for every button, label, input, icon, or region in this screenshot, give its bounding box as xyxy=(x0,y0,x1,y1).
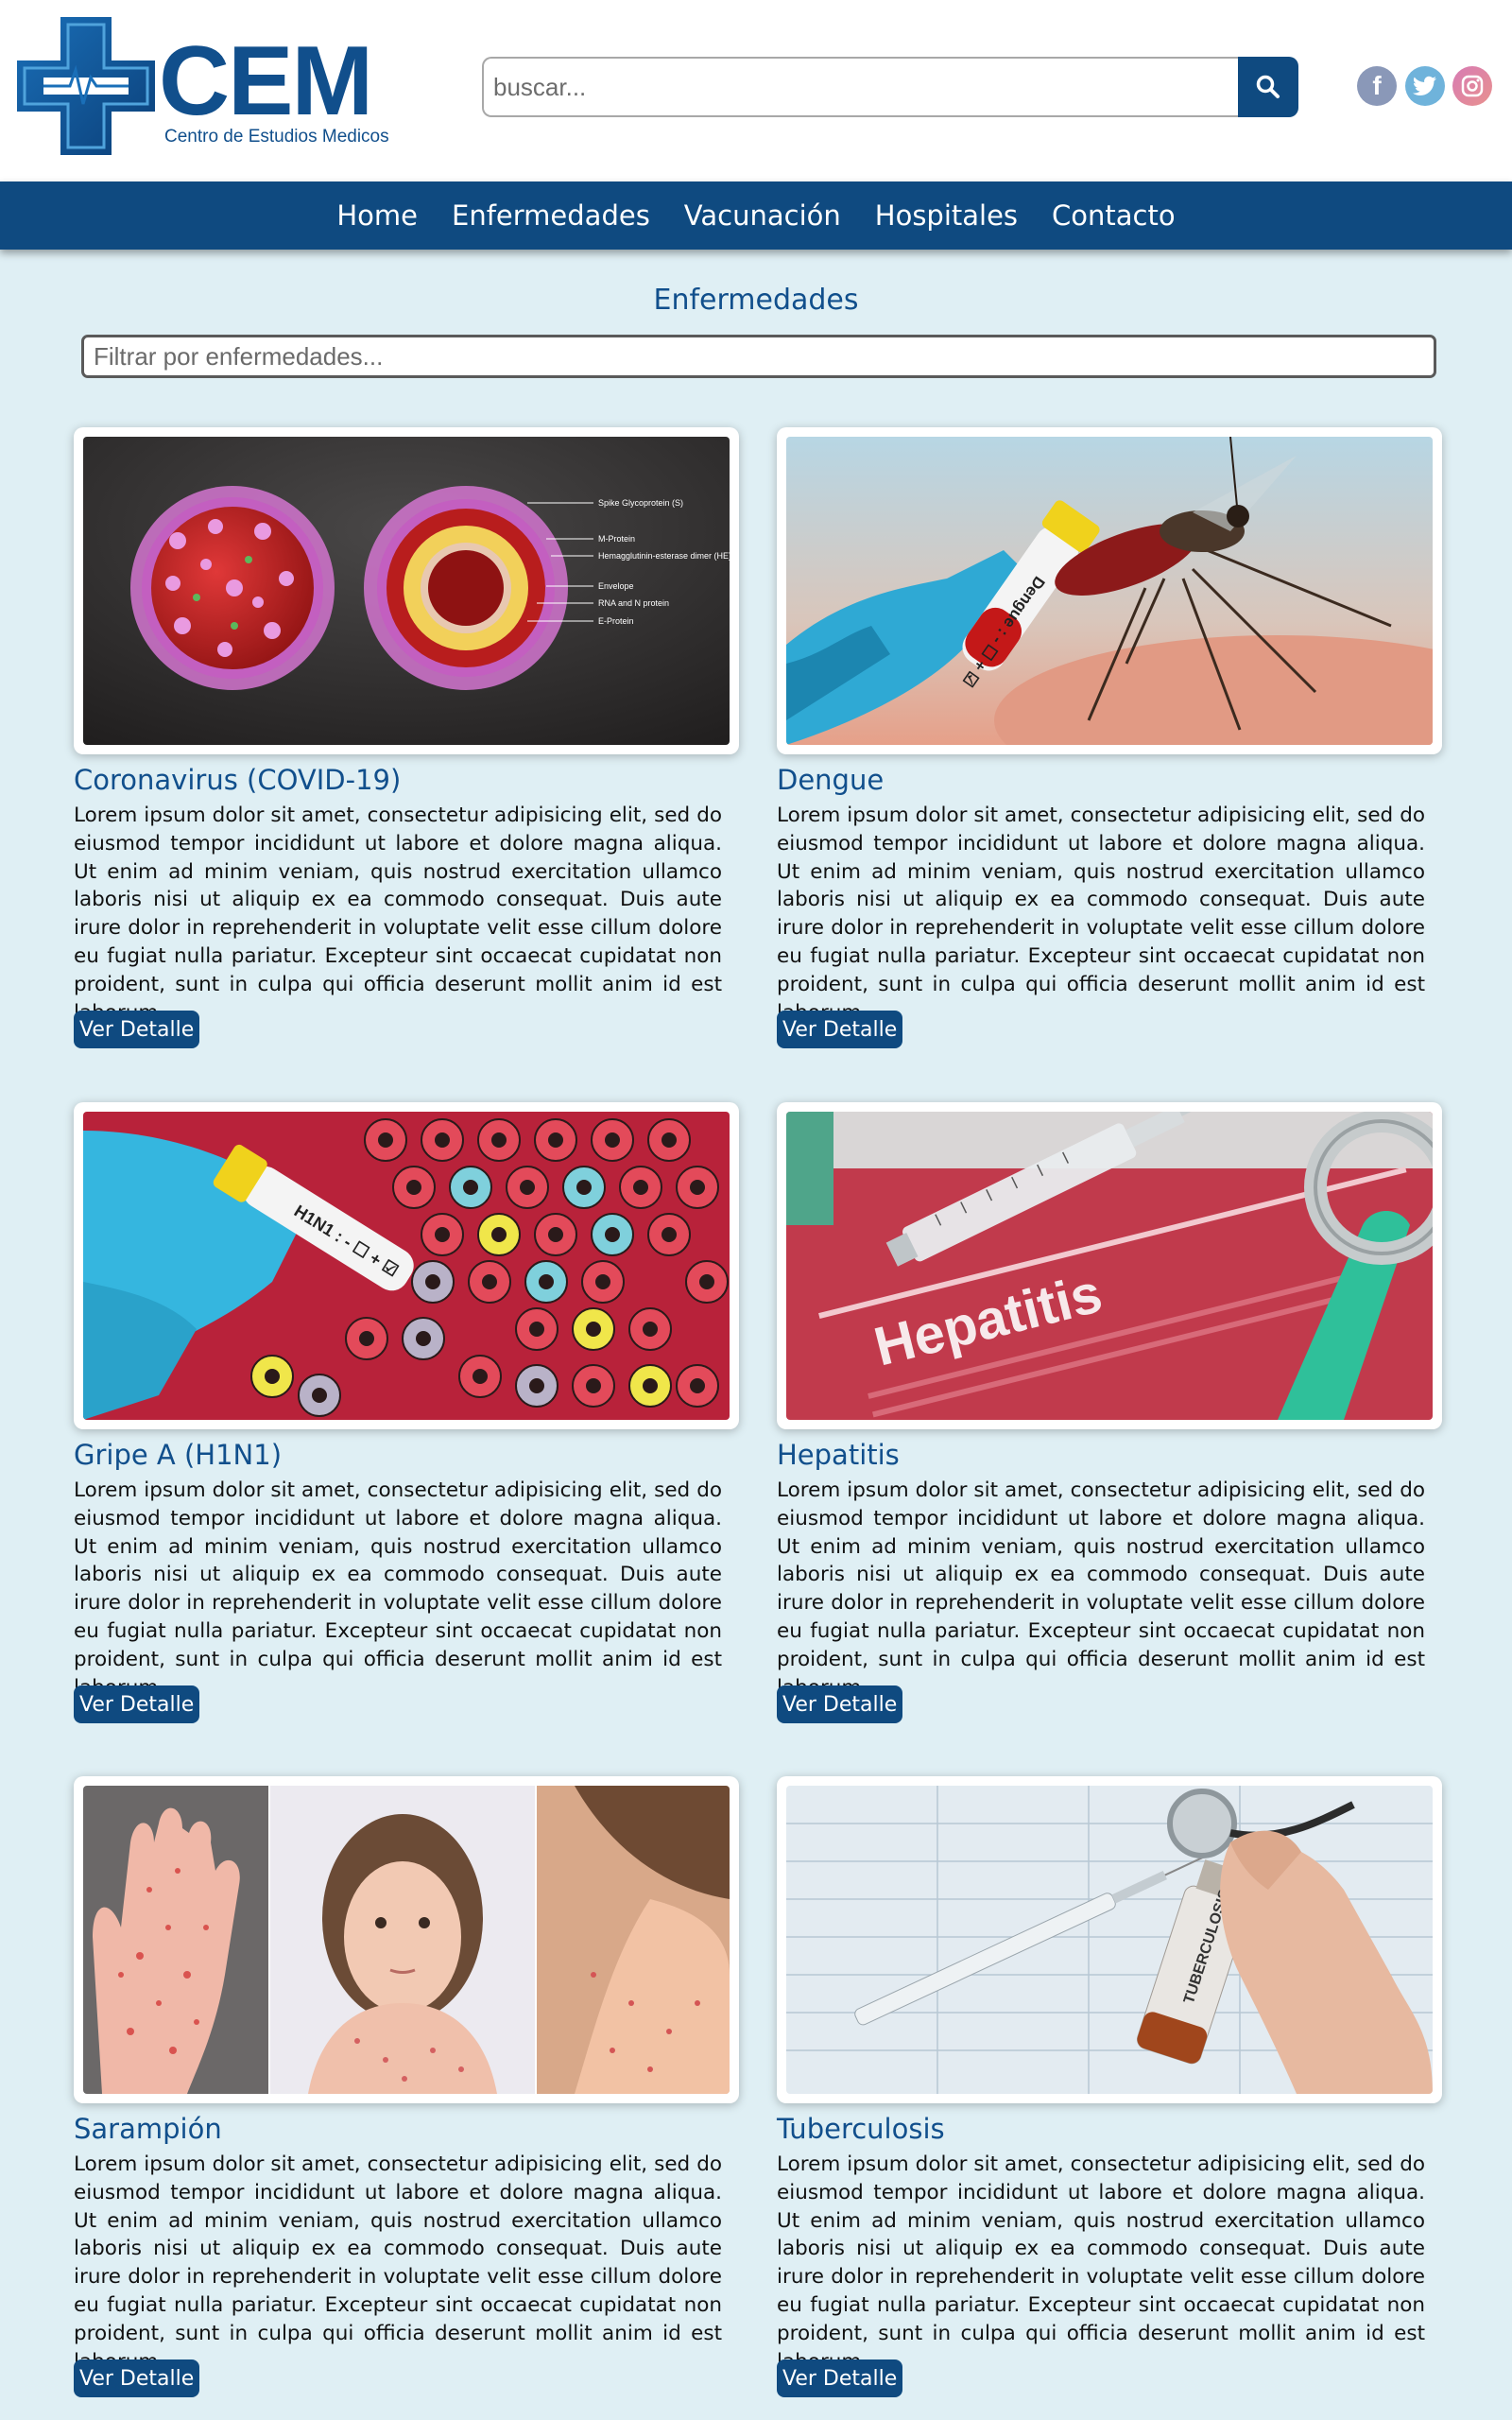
twitter-bird-icon xyxy=(1413,76,1436,95)
filter-input[interactable] xyxy=(81,335,1436,378)
label-envelope: Envelope xyxy=(598,581,634,591)
nav-enfermedades[interactable]: Enfermedades xyxy=(452,199,650,232)
twitter-icon[interactable] xyxy=(1405,66,1445,106)
instagram-icon[interactable] xyxy=(1452,66,1492,106)
tuberculosis-image[interactable]: TUBERCULOSIS xyxy=(786,1786,1433,2094)
card-description: Lorem ipsum dolor sit amet, consectetur … xyxy=(74,804,722,1025)
ver-detalle-button[interactable]: Ver Detalle xyxy=(74,2360,200,2397)
search-input[interactable] xyxy=(482,57,1238,117)
card-image-frame: Hepatitis xyxy=(777,1102,1442,1429)
label-spike: Spike Glycoprotein (S) xyxy=(598,498,683,508)
card-image-frame: H1N1 : - ☐ + ☑ xyxy=(74,1102,739,1429)
nav-links: Home Enfermedades Vacunación Hospitales … xyxy=(0,182,1512,250)
ver-detalle-button[interactable]: Ver Detalle xyxy=(74,1011,200,1048)
instagram-camera-icon xyxy=(1461,75,1484,97)
label-hemagglutinin: Hemagglutinin-esterase dimer (HE) xyxy=(598,551,730,561)
site-header: CEM Centro de Estudios Medicos f xyxy=(0,0,1512,182)
facebook-icon[interactable]: f xyxy=(1357,66,1397,106)
card-image-frame: Spike Glycoprotein (S) M-Protein Hemaggl… xyxy=(74,427,739,754)
card-description: Lorem ipsum dolor sit amet, consectetur … xyxy=(74,2152,722,2374)
label-e-protein: E-Protein xyxy=(598,616,634,626)
medical-cross-logo-icon xyxy=(17,17,155,155)
card-image-frame: TUBERCULOSIS xyxy=(777,1776,1442,2103)
h1n1-image[interactable]: H1N1 : - ☐ + ☑ xyxy=(83,1112,730,1420)
coronavirus-image[interactable]: Spike Glycoprotein (S) M-Protein Hemaggl… xyxy=(83,437,730,745)
card-title: Dengue xyxy=(777,764,885,796)
card-description: Lorem ipsum dolor sit amet, consectetur … xyxy=(777,1478,1425,1700)
card-description: Lorem ipsum dolor sit amet, consectetur … xyxy=(777,804,1425,1025)
card-title: Gripe A (H1N1) xyxy=(74,1439,283,1471)
card-image-frame xyxy=(74,1776,739,2103)
card-description: Lorem ipsum dolor sit amet, consectetur … xyxy=(777,2152,1425,2374)
card-description: Lorem ipsum dolor sit amet, consectetur … xyxy=(74,1478,722,1700)
ver-detalle-button[interactable]: Ver Detalle xyxy=(777,1011,903,1048)
search-button[interactable] xyxy=(1238,57,1298,117)
page-title: Enfermedades xyxy=(653,284,859,317)
brand-name: CEM xyxy=(159,26,373,136)
label-rna: RNA and N protein xyxy=(598,598,669,608)
sarampion-image[interactable] xyxy=(83,1786,730,2094)
label-m-protein: M-Protein xyxy=(598,534,635,544)
main-nav: Home Enfermedades Vacunación Hospitales … xyxy=(0,182,1512,250)
nav-contacto[interactable]: Contacto xyxy=(1052,199,1176,232)
brand-subtitle: Centro de Estudios Medicos xyxy=(164,127,389,147)
nav-home[interactable]: Home xyxy=(336,199,418,232)
card-title: Coronavirus (COVID-19) xyxy=(74,764,402,796)
search-bar xyxy=(482,57,1298,117)
ver-detalle-button[interactable]: Ver Detalle xyxy=(777,2360,903,2397)
nav-vacunacion[interactable]: Vacunación xyxy=(684,199,841,232)
ver-detalle-button[interactable]: Ver Detalle xyxy=(777,1685,903,1723)
card-title: Sarampión xyxy=(74,2113,222,2145)
brand-logo[interactable]: CEM Centro de Estudios Medicos xyxy=(15,15,389,159)
ver-detalle-button[interactable]: Ver Detalle xyxy=(74,1685,200,1723)
nav-hospitales[interactable]: Hospitales xyxy=(875,199,1018,232)
search-icon xyxy=(1256,75,1280,98)
hepatitis-image[interactable]: Hepatitis xyxy=(786,1112,1433,1420)
dengue-image[interactable]: Dengue : - ☐ + ☑ xyxy=(786,437,1433,745)
card-image-frame: Dengue : - ☐ + ☑ xyxy=(777,427,1442,754)
card-title: Hepatitis xyxy=(777,1439,900,1471)
card-title: Tuberculosis xyxy=(777,2113,945,2145)
